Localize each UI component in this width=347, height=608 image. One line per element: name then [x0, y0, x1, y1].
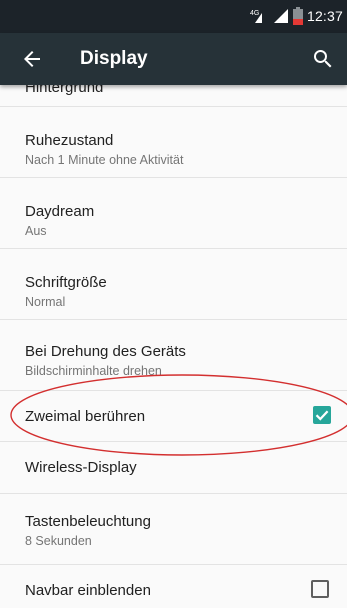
- setting-title: Ruhezustand: [25, 132, 114, 149]
- setting-title: Wireless-Display: [25, 459, 137, 476]
- setting-title: Zweimal berühren: [25, 408, 146, 425]
- setting-subtitle: Normal: [25, 295, 66, 309]
- setting-hintergrund[interactable]: Hintergrund: [0, 85, 347, 107]
- setting-tastenbeleuchtung[interactable]: Tastenbeleuchtung 8 Sekunden: [0, 494, 347, 565]
- settings-list: Hintergrund Ruhezustand Nach 1 Minute oh…: [0, 85, 347, 608]
- svg-text:4G: 4G: [250, 10, 259, 17]
- setting-ruhezustand[interactable]: Ruhezustand Nach 1 Minute ohne Aktivität: [0, 107, 347, 178]
- setting-title: Navbar einblenden: [25, 582, 151, 599]
- search-icon[interactable]: [311, 47, 335, 71]
- arrow-back-icon[interactable]: [20, 47, 44, 71]
- setting-title: Daydream: [25, 203, 95, 220]
- checkbox-unchecked[interactable]: [311, 580, 329, 598]
- setting-subtitle: Bildschirminhalte drehen: [25, 364, 162, 378]
- checkbox-checked[interactable]: [313, 406, 331, 424]
- setting-wireless-display[interactable]: Wireless-Display: [0, 442, 347, 494]
- setting-title: Tastenbeleuchtung: [25, 513, 151, 530]
- setting-subtitle: Aus: [25, 224, 47, 238]
- setting-title: Bei Drehung des Geräts: [25, 343, 186, 360]
- setting-navbar-einblenden[interactable]: Navbar einblenden: [0, 565, 347, 608]
- wifi-signal-icon: [273, 9, 288, 23]
- setting-subtitle: 8 Sekunden: [25, 534, 92, 548]
- status-time: 12:37: [306, 8, 343, 24]
- battery-low-icon: [292, 7, 303, 25]
- setting-drehung[interactable]: Bei Drehung des Geräts Bildschirminhalte…: [0, 320, 347, 391]
- setting-title: Schriftgröße: [25, 274, 107, 291]
- setting-title: Hintergrund: [25, 85, 104, 96]
- setting-subtitle: Nach 1 Minute ohne Aktivität: [25, 153, 184, 167]
- check-icon: [315, 410, 329, 421]
- setting-schriftgroesse[interactable]: Schriftgröße Normal: [0, 249, 347, 320]
- setting-daydream[interactable]: Daydream Aus: [0, 178, 347, 249]
- status-icons: 4G 12:37: [249, 6, 343, 26]
- app-bar: Display: [0, 33, 347, 85]
- page-title: Display: [80, 48, 148, 69]
- status-bar: 4G 12:37: [0, 0, 347, 33]
- network-signal-icon: 4G: [250, 10, 262, 23]
- setting-zweimal-beruehren[interactable]: Zweimal berühren: [0, 391, 347, 442]
